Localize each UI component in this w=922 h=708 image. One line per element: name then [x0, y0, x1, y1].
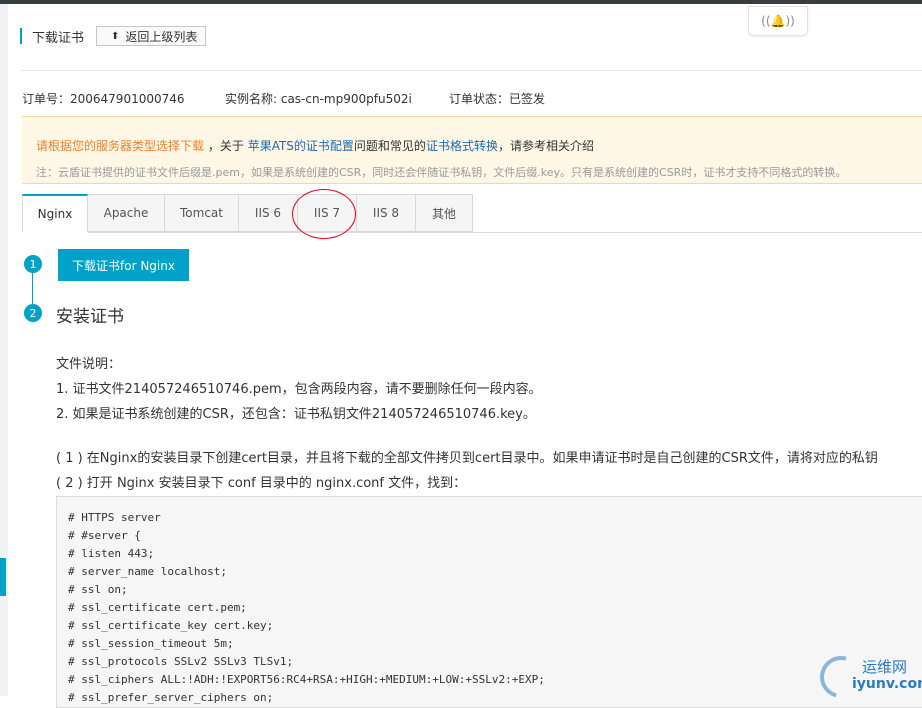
code-line: # ssl_certificate cert.pem;	[68, 601, 247, 614]
tab-tomcat[interactable]: Tomcat	[165, 194, 239, 232]
notice-box: 请根据您的服务器类型选择下载 ，关于 苹果ATS的证书配置问题和常见的证书格式转…	[22, 116, 922, 184]
download-cert-button[interactable]: 下载证书for Nginx	[58, 249, 189, 281]
watermark-cn-text: 运维网	[862, 658, 908, 676]
notice-warning: 请根据您的服务器类型选择下载	[36, 139, 205, 153]
notice-text-1: ，关于	[207, 139, 244, 153]
notice-text-2: 问题和常见的	[353, 139, 426, 153]
code-line: # HTTPS server	[68, 511, 161, 524]
tab-apache[interactable]: Apache	[88, 194, 165, 232]
page-header: 下载证书 ⬆ 返回上级列表	[20, 24, 207, 48]
step-1-badge: 1	[24, 255, 42, 273]
tab-nginx[interactable]: Nginx	[22, 194, 88, 233]
back-to-list-button[interactable]: ⬆ 返回上级列表	[96, 26, 207, 46]
file-description-heading: 文件说明：	[56, 357, 122, 372]
back-to-list-label: 返回上级列表	[125, 29, 198, 44]
code-line: # ssl_protocols SSLv2 SSLv3 TLSv1;	[68, 655, 294, 668]
file-item-1: 1. 证书文件214057246510746.pem，包含两段内容，请不要删除任…	[56, 382, 542, 397]
annotation-circle	[292, 189, 356, 239]
tab-other[interactable]: 其他	[416, 194, 473, 232]
instruction-2: ( 2 ) 打开 Nginx 安装目录下 conf 目录中的 nginx.con…	[56, 476, 467, 491]
notification-bell-icon[interactable]: ((🔔))	[748, 6, 808, 36]
instruction-1: ( 1 ) 在Nginx的安装目录下创建cert目录，并且将下载的全部文件拷贝到…	[56, 451, 878, 466]
page-title: 下载证书	[32, 30, 85, 46]
tab-iis8[interactable]: IIS 8	[357, 194, 416, 232]
order-status: 订单状态：已签发	[449, 92, 546, 106]
left-rail-accent[interactable]	[0, 558, 6, 596]
code-line: # ssl_session_timeout 5m;	[68, 637, 234, 650]
install-cert-title: 安装证书	[56, 307, 124, 327]
code-line: # ssl on;	[68, 583, 128, 596]
code-line: # ssl_ciphers ALL:!ADH:!EXPORT56:RC4+RSA…	[68, 673, 545, 686]
code-line: # ssl_prefer_server_ciphers on;	[68, 691, 274, 704]
server-type-tabs: Nginx Apache Tomcat IIS 6 IIS 7 IIS 8 其他	[22, 194, 922, 233]
notice-text-3: ，请参考相关介绍	[497, 139, 594, 153]
code-line: # listen 443;	[68, 547, 155, 560]
header-divider	[20, 70, 922, 71]
left-rail	[0, 4, 8, 696]
title-bar-accent	[20, 28, 22, 44]
file-item-2: 2. 如果是证书系统创建的CSR，还包含：证书私钥文件2140572465107…	[56, 407, 536, 422]
code-line: # #server {	[68, 529, 141, 542]
watermark-url-text: iyunv.com	[852, 676, 922, 692]
format-convert-link[interactable]: 证书格式转换	[426, 139, 498, 153]
arrow-up-icon: ⬆	[111, 30, 120, 42]
notice-line: 请根据您的服务器类型选择下载 ，关于 苹果ATS的证书配置问题和常见的证书格式转…	[36, 137, 594, 154]
code-text: # HTTPS server # #server { # listen 443;…	[57, 497, 922, 707]
instance-name: 实例名称: cas-cn-mp900pfu502i	[225, 92, 412, 106]
nginx-config-code-block: # HTTPS server # #server { # listen 443;…	[56, 496, 922, 708]
tab-iis6[interactable]: IIS 6	[239, 194, 298, 232]
ats-config-link[interactable]: 苹果ATS的证书配置	[248, 139, 354, 153]
step-2-badge: 2	[24, 304, 42, 322]
order-number: 订单号：200647901000746	[22, 92, 185, 106]
notice-note: 注：云盾证书提供的证书文件后缀是.pem，如果是系统创建的CSR，同时还会伴随证…	[36, 166, 847, 179]
watermark-logo: 运维网 iyunv.com	[812, 648, 922, 706]
code-line: # ssl_certificate_key cert.key;	[68, 619, 274, 632]
code-line: # server_name localhost;	[68, 565, 227, 578]
main-panel: 下载证书 ⬆ 返回上级列表 ((🔔)) 订单号：200647901000746 …	[8, 4, 922, 708]
